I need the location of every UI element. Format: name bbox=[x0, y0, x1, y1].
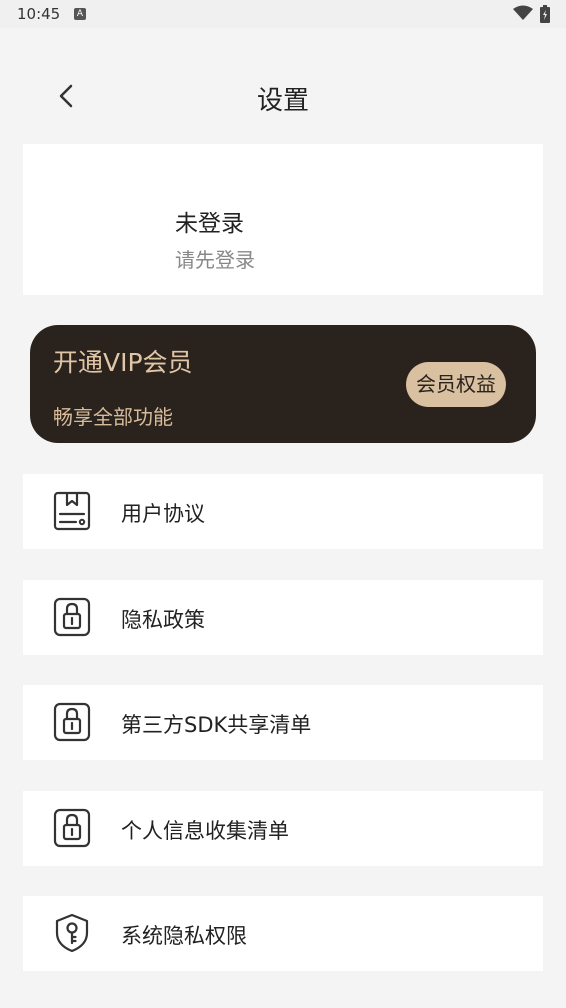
menu-item-user-agreement[interactable]: 用户协议 bbox=[23, 474, 543, 549]
wifi-icon bbox=[513, 5, 533, 20]
menu-item-label: 隐私政策 bbox=[121, 608, 205, 632]
page-title: 设置 bbox=[256, 86, 309, 116]
vip-title: 开通VIP会员 bbox=[53, 348, 193, 377]
menu-item-label: 系统隐私权限 bbox=[121, 924, 247, 948]
menu-item-third-party-sdk[interactable]: 第三方SDK共享清单 bbox=[23, 685, 543, 760]
user-name: 未登录 bbox=[175, 211, 244, 237]
header: 设置 bbox=[0, 60, 566, 132]
vip-card[interactable]: 开通VIP会员 畅享全部功能 会员权益 bbox=[30, 325, 536, 443]
battery-icon bbox=[540, 5, 550, 23]
shield-key-icon bbox=[55, 913, 89, 953]
notification-a-icon: A bbox=[74, 8, 86, 20]
menu-item-label: 用户协议 bbox=[121, 502, 205, 526]
menu-item-system-permissions[interactable]: 系统隐私权限 bbox=[23, 896, 543, 971]
lock-icon bbox=[53, 702, 91, 742]
agreement-document-icon bbox=[53, 491, 91, 531]
lock-icon bbox=[53, 808, 91, 848]
vip-subtitle: 畅享全部功能 bbox=[53, 405, 173, 429]
menu-item-label: 个人信息收集清单 bbox=[121, 819, 289, 843]
vip-benefits-button[interactable]: 会员权益 bbox=[406, 362, 506, 407]
status-time: 10:45 bbox=[17, 5, 61, 23]
lock-icon bbox=[53, 597, 91, 637]
login-hint: 请先登录 bbox=[175, 248, 255, 272]
user-login-card[interactable]: 未登录 请先登录 bbox=[23, 144, 543, 295]
menu-item-privacy-policy[interactable]: 隐私政策 bbox=[23, 580, 543, 655]
menu-item-personal-info[interactable]: 个人信息收集清单 bbox=[23, 791, 543, 866]
status-bar: 10:45 A bbox=[0, 0, 566, 28]
menu-item-label: 第三方SDK共享清单 bbox=[121, 713, 312, 737]
